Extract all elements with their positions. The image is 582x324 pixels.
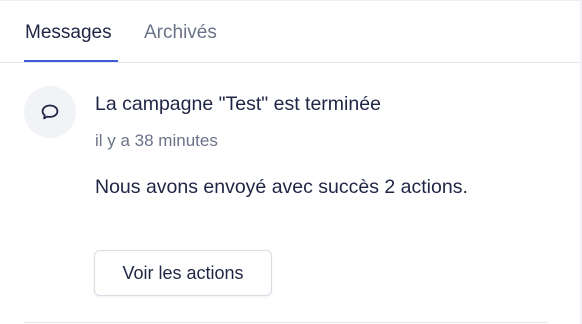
- notification-title: La campagne "Test" est terminée: [95, 93, 381, 115]
- tab-bar: Messages Archivés: [0, 0, 580, 63]
- chat-bubble-icon: [24, 86, 76, 138]
- view-actions-button[interactable]: Voir les actions: [94, 250, 272, 296]
- divider: [24, 322, 548, 323]
- tab-archives[interactable]: Archivés: [144, 22, 217, 44]
- active-tab-indicator: [24, 60, 118, 62]
- notification-body: Nous avons envoyé avec succès 2 actions.: [95, 176, 468, 198]
- notifications-panel: Messages Archivés La campagne "Test" est…: [0, 0, 582, 324]
- chat-bubble-icon-glyph: [41, 104, 59, 120]
- notification-timestamp: il y a 38 minutes: [95, 131, 218, 150]
- tab-messages[interactable]: Messages: [25, 22, 112, 44]
